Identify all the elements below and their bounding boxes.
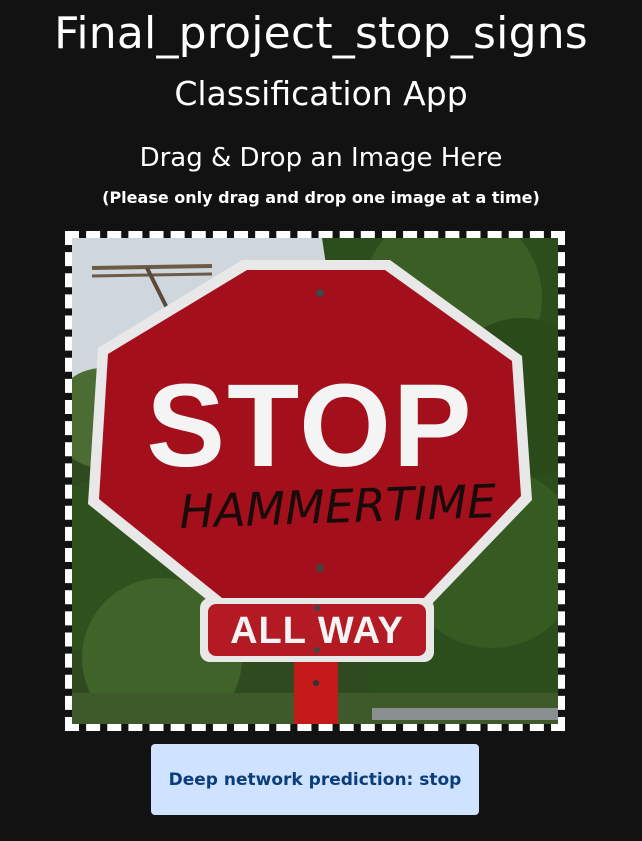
page: Final_project_stop_signs Classification … (0, 0, 642, 841)
sign-graffiti-text: HAMMERTIME (178, 474, 497, 539)
uploaded-image: STOP HAMMERTIME ALL WAY (72, 238, 558, 724)
prediction-alert: Deep network prediction: stop (151, 744, 479, 815)
sign-stop-text: STOP (146, 360, 473, 492)
drop-hint: (Please only drag and drop one image at … (102, 188, 540, 207)
sign-plate-text: ALL WAY (230, 610, 404, 652)
app-subtitle: Classification App (174, 74, 468, 113)
image-dropzone[interactable]: STOP HAMMERTIME ALL WAY (65, 231, 565, 731)
app-title: Final_project_stop_signs (54, 8, 588, 59)
prediction-label: Deep network prediction: stop (168, 769, 462, 790)
drop-heading: Drag & Drop an Image Here (139, 143, 503, 173)
